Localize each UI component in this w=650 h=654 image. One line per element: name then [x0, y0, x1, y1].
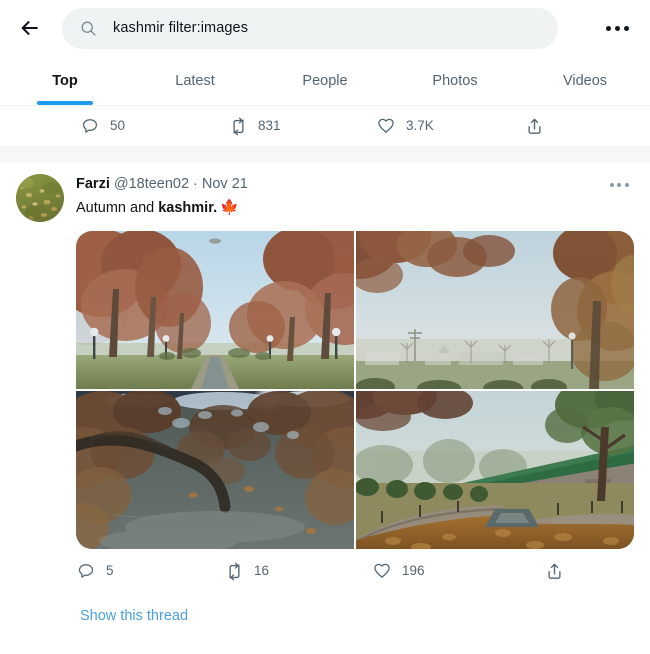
- retweet-icon: [228, 116, 248, 136]
- author-name[interactable]: Farzi: [76, 174, 110, 194]
- show-thread-row: Show this thread: [0, 593, 650, 625]
- show-thread-link[interactable]: Show this thread: [80, 608, 188, 624]
- reply-action[interactable]: 5: [76, 561, 224, 581]
- retweet-count-top: 831: [258, 118, 281, 134]
- tweet-text-highlight: kashmir: [158, 200, 214, 216]
- tab-videos[interactable]: Videos: [520, 56, 650, 105]
- back-arrow-icon: [21, 21, 38, 35]
- retweet-icon: [224, 561, 244, 581]
- top-tweet-action-row: 50 831 3.7K: [0, 106, 650, 146]
- tweet-photo-grid: [76, 231, 634, 549]
- more-horizontal-icon: [609, 183, 629, 187]
- like-action-top[interactable]: 3.7K: [376, 116, 524, 136]
- retweet-action[interactable]: 16: [224, 561, 372, 581]
- tab-people-label: People: [302, 72, 348, 89]
- search-tabs: Top Latest People Photos Videos: [0, 56, 650, 106]
- retweet-action-top[interactable]: 831: [228, 116, 376, 136]
- tab-top[interactable]: Top: [0, 56, 130, 105]
- bottom-padding: [0, 625, 650, 633]
- tab-top-label: Top: [52, 72, 78, 89]
- header-bar: [0, 0, 650, 56]
- heart-icon: [372, 561, 392, 581]
- photo-autumn-avenue-image: [76, 231, 354, 389]
- tab-latest-label: Latest: [175, 72, 215, 89]
- twitter-search-screen: Top Latest People Photos Videos 50: [0, 0, 650, 654]
- search-input[interactable]: [113, 20, 540, 36]
- header-separator: ·: [193, 176, 198, 192]
- photo-water-reflection[interactable]: [76, 391, 354, 549]
- like-count: 196: [402, 563, 425, 579]
- reply-count: 5: [106, 563, 114, 579]
- photo-hazy-park[interactable]: [356, 231, 634, 389]
- tab-photos-label: Photos: [432, 72, 478, 89]
- tweet-header: Farzi @18teen02 · Nov 21: [76, 174, 634, 196]
- tweet-date[interactable]: Nov 21: [202, 174, 248, 194]
- tweet-body: Farzi @18teen02 · Nov 21 Autumn and kash…: [64, 174, 634, 593]
- like-count-top: 3.7K: [406, 118, 434, 134]
- reply-icon: [80, 116, 100, 136]
- reply-icon: [76, 561, 96, 581]
- tweet-action-row: 5 16 196: [76, 549, 634, 593]
- tweet-text-after: .: [213, 200, 218, 216]
- search-bar[interactable]: [62, 7, 558, 49]
- author-handle[interactable]: @18teen02: [114, 174, 189, 194]
- tab-active-underline: [37, 101, 93, 105]
- tab-people[interactable]: People: [260, 56, 390, 105]
- header-more-button[interactable]: [600, 11, 634, 45]
- reply-action-top[interactable]: 50: [80, 116, 228, 136]
- photo-hazy-park-image: [356, 231, 634, 389]
- more-horizontal-icon: [605, 25, 629, 31]
- avatar-image: [16, 174, 64, 222]
- photo-water-reflection-image: [76, 391, 354, 549]
- share-action[interactable]: [544, 561, 634, 581]
- reply-count-top: 50: [110, 118, 126, 134]
- retweet-count: 16: [254, 563, 270, 579]
- heart-icon: [376, 116, 396, 136]
- tweet-text-before: Autumn and: [76, 200, 159, 216]
- tweet-text: Autumn and kashmir. 🍁: [76, 197, 634, 219]
- like-action[interactable]: 196: [372, 561, 520, 581]
- photo-garden-channel-image: [356, 391, 634, 549]
- tab-photos[interactable]: Photos: [390, 56, 520, 105]
- share-icon: [544, 561, 564, 581]
- photo-garden-channel[interactable]: [356, 391, 634, 549]
- avatar[interactable]: [16, 174, 64, 222]
- tweet-more-button[interactable]: [604, 174, 634, 196]
- share-action-top[interactable]: [524, 116, 630, 136]
- tweet-separator: [0, 146, 650, 162]
- tweet-card[interactable]: Farzi @18teen02 · Nov 21 Autumn and kash…: [0, 162, 650, 593]
- tab-latest[interactable]: Latest: [130, 56, 260, 105]
- maple-leaf-emoji: 🍁: [220, 199, 239, 216]
- back-button[interactable]: [10, 8, 50, 48]
- share-icon: [524, 116, 544, 136]
- search-icon: [80, 20, 97, 37]
- photo-autumn-avenue[interactable]: [76, 231, 354, 389]
- tab-videos-label: Videos: [562, 72, 608, 89]
